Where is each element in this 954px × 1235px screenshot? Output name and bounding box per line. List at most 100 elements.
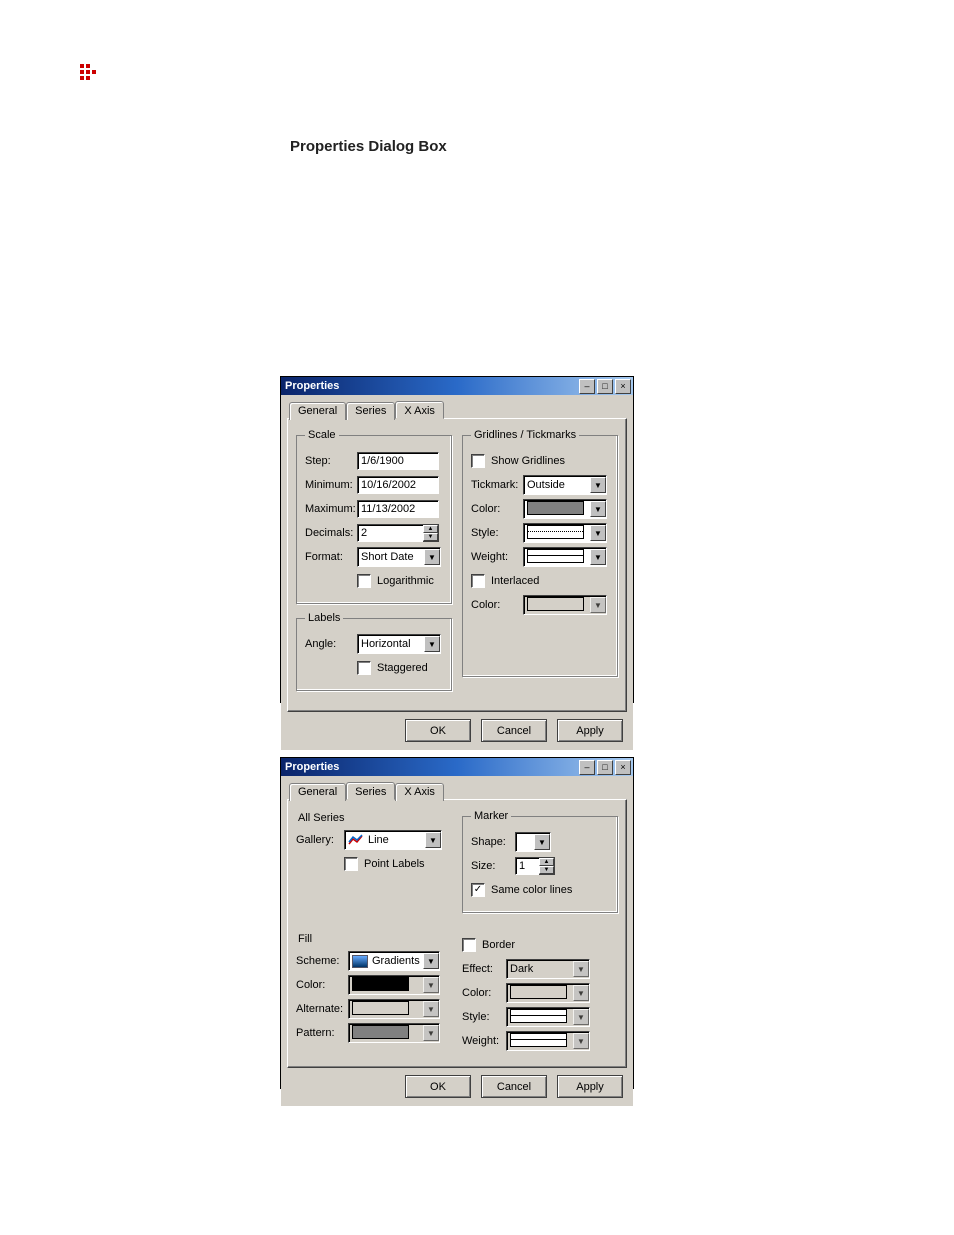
samecolor-checkbox[interactable]: ✓ Same color lines <box>471 883 572 897</box>
angle-select[interactable]: Horizontal ▼ <box>357 634 441 654</box>
apply-button[interactable]: Apply <box>557 719 623 742</box>
size-stepper[interactable]: ▲▼ <box>515 857 555 875</box>
chevron-down-icon[interactable]: ▼ <box>590 501 606 517</box>
size-label: Size: <box>471 860 515 872</box>
minimize-icon[interactable]: – <box>579 379 595 394</box>
step-label: Step: <box>305 455 357 467</box>
alternate-label: Alternate: <box>296 1003 348 1015</box>
grid-style-select[interactable]: ▼ <box>523 523 607 543</box>
chevron-down-icon[interactable]: ▼ <box>590 549 606 565</box>
chevron-down-icon: ▼ <box>573 1033 589 1049</box>
pattern-label: Pattern: <box>296 1027 348 1039</box>
maximize-icon[interactable]: □ <box>597 379 613 394</box>
effect-value: Dark <box>507 963 573 975</box>
logo-icon <box>80 64 98 82</box>
gallery-select[interactable]: Line ▼ <box>344 830 442 850</box>
chevron-down-icon: ▼ <box>573 1009 589 1025</box>
min-input[interactable] <box>357 476 439 494</box>
line-weight-icon <box>527 549 584 563</box>
ok-button[interactable]: OK <box>405 719 471 742</box>
grid-weight-select[interactable]: ▼ <box>523 547 607 567</box>
cancel-button[interactable]: Cancel <box>481 719 547 742</box>
size-input[interactable] <box>515 857 539 875</box>
scale-group: Scale Step: Minimum: Maximum: Decima <box>296 429 452 604</box>
checkbox-icon <box>357 574 371 588</box>
interlaced-checkbox[interactable]: Interlaced <box>471 574 539 588</box>
scale-legend: Scale <box>305 429 339 441</box>
interlaced-color-label: Color: <box>471 599 523 611</box>
spin-down-icon[interactable]: ▼ <box>539 866 554 874</box>
cancel-button[interactable]: Cancel <box>481 1075 547 1098</box>
gallery-label: Gallery: <box>296 834 344 846</box>
marker-legend: Marker <box>471 810 511 822</box>
grid-style-label: Style: <box>471 527 523 539</box>
step-input[interactable] <box>357 452 439 470</box>
allseries-label: All Series <box>298 812 452 824</box>
border-label: Border <box>482 939 515 951</box>
scheme-select[interactable]: Gradients ▼ <box>348 951 440 971</box>
dialog-title: Properties <box>285 761 577 773</box>
ok-button[interactable]: OK <box>405 1075 471 1098</box>
dialog-buttons: OK Cancel Apply <box>405 719 623 742</box>
tabpanel-series: All Series Gallery: Line ▼ <box>287 799 627 1068</box>
checkbox-icon <box>471 454 485 468</box>
decimals-input[interactable] <box>357 524 423 542</box>
shape-label: Shape: <box>471 836 515 848</box>
pointlabels-label: Point Labels <box>364 858 425 870</box>
color-swatch-icon <box>352 977 409 991</box>
tab-xaxis[interactable]: X Axis <box>395 401 444 419</box>
chevron-down-icon[interactable]: ▼ <box>534 834 550 850</box>
checkbox-icon <box>471 574 485 588</box>
chevron-down-icon[interactable]: ▼ <box>423 953 439 969</box>
close-icon[interactable]: × <box>615 379 631 394</box>
alternate-select: ▼ <box>348 999 440 1019</box>
tab-general[interactable]: General <box>289 783 346 801</box>
grid-legend: Gridlines / Tickmarks <box>471 429 579 441</box>
logarithmic-checkbox[interactable]: Logarithmic <box>357 574 434 588</box>
tickmark-select[interactable]: Outside ▼ <box>523 475 607 495</box>
border-checkbox[interactable]: Border <box>462 938 515 952</box>
color-swatch-icon <box>510 985 567 999</box>
color-swatch-icon <box>527 501 584 515</box>
tabstrip: General Series X Axis <box>289 782 627 800</box>
format-label: Format: <box>305 551 357 563</box>
titlebar[interactable]: Properties – □ × <box>281 377 633 395</box>
page-heading: Properties Dialog Box <box>290 138 447 155</box>
chevron-down-icon[interactable]: ▼ <box>424 636 440 652</box>
checkbox-checked-icon: ✓ <box>471 883 485 897</box>
chevron-down-icon[interactable]: ▼ <box>590 525 606 541</box>
effect-select: Dark ▼ <box>506 959 590 979</box>
pointlabels-checkbox[interactable]: Point Labels <box>344 857 425 871</box>
shape-select[interactable]: ▼ <box>515 832 551 852</box>
showgridlines-checkbox[interactable]: Show Gridlines <box>471 454 565 468</box>
tab-series[interactable]: Series <box>346 782 395 800</box>
decimals-stepper[interactable]: ▲▼ <box>357 524 439 542</box>
spin-down-icon[interactable]: ▼ <box>423 533 438 541</box>
titlebar[interactable]: Properties – □ × <box>281 758 633 776</box>
chevron-down-icon: ▼ <box>590 597 606 613</box>
staggered-checkbox[interactable]: Staggered <box>357 661 428 675</box>
close-icon[interactable]: × <box>615 760 631 775</box>
chevron-down-icon[interactable]: ▼ <box>590 477 606 493</box>
spin-up-icon[interactable]: ▲ <box>423 525 438 533</box>
tab-xaxis[interactable]: X Axis <box>395 783 444 801</box>
chevron-down-icon[interactable]: ▼ <box>424 549 440 565</box>
tickmark-value: Outside <box>524 479 590 491</box>
grid-color-label: Color: <box>471 503 523 515</box>
chevron-down-icon[interactable]: ▼ <box>425 832 441 848</box>
spin-up-icon[interactable]: ▲ <box>539 858 554 866</box>
minimize-icon[interactable]: – <box>579 760 595 775</box>
format-value: Short Date <box>358 551 424 563</box>
format-select[interactable]: Short Date ▼ <box>357 547 441 567</box>
tab-series[interactable]: Series <box>346 402 395 420</box>
maximize-icon[interactable]: □ <box>597 760 613 775</box>
showgridlines-label: Show Gridlines <box>491 455 565 467</box>
apply-button[interactable]: Apply <box>557 1075 623 1098</box>
grid-color-select[interactable]: ▼ <box>523 499 607 519</box>
checkbox-icon <box>462 938 476 952</box>
max-input[interactable] <box>357 500 439 518</box>
checkbox-icon <box>344 857 358 871</box>
tab-general[interactable]: General <box>289 402 346 420</box>
interlaced-label: Interlaced <box>491 575 539 587</box>
color-swatch-icon <box>527 597 584 611</box>
